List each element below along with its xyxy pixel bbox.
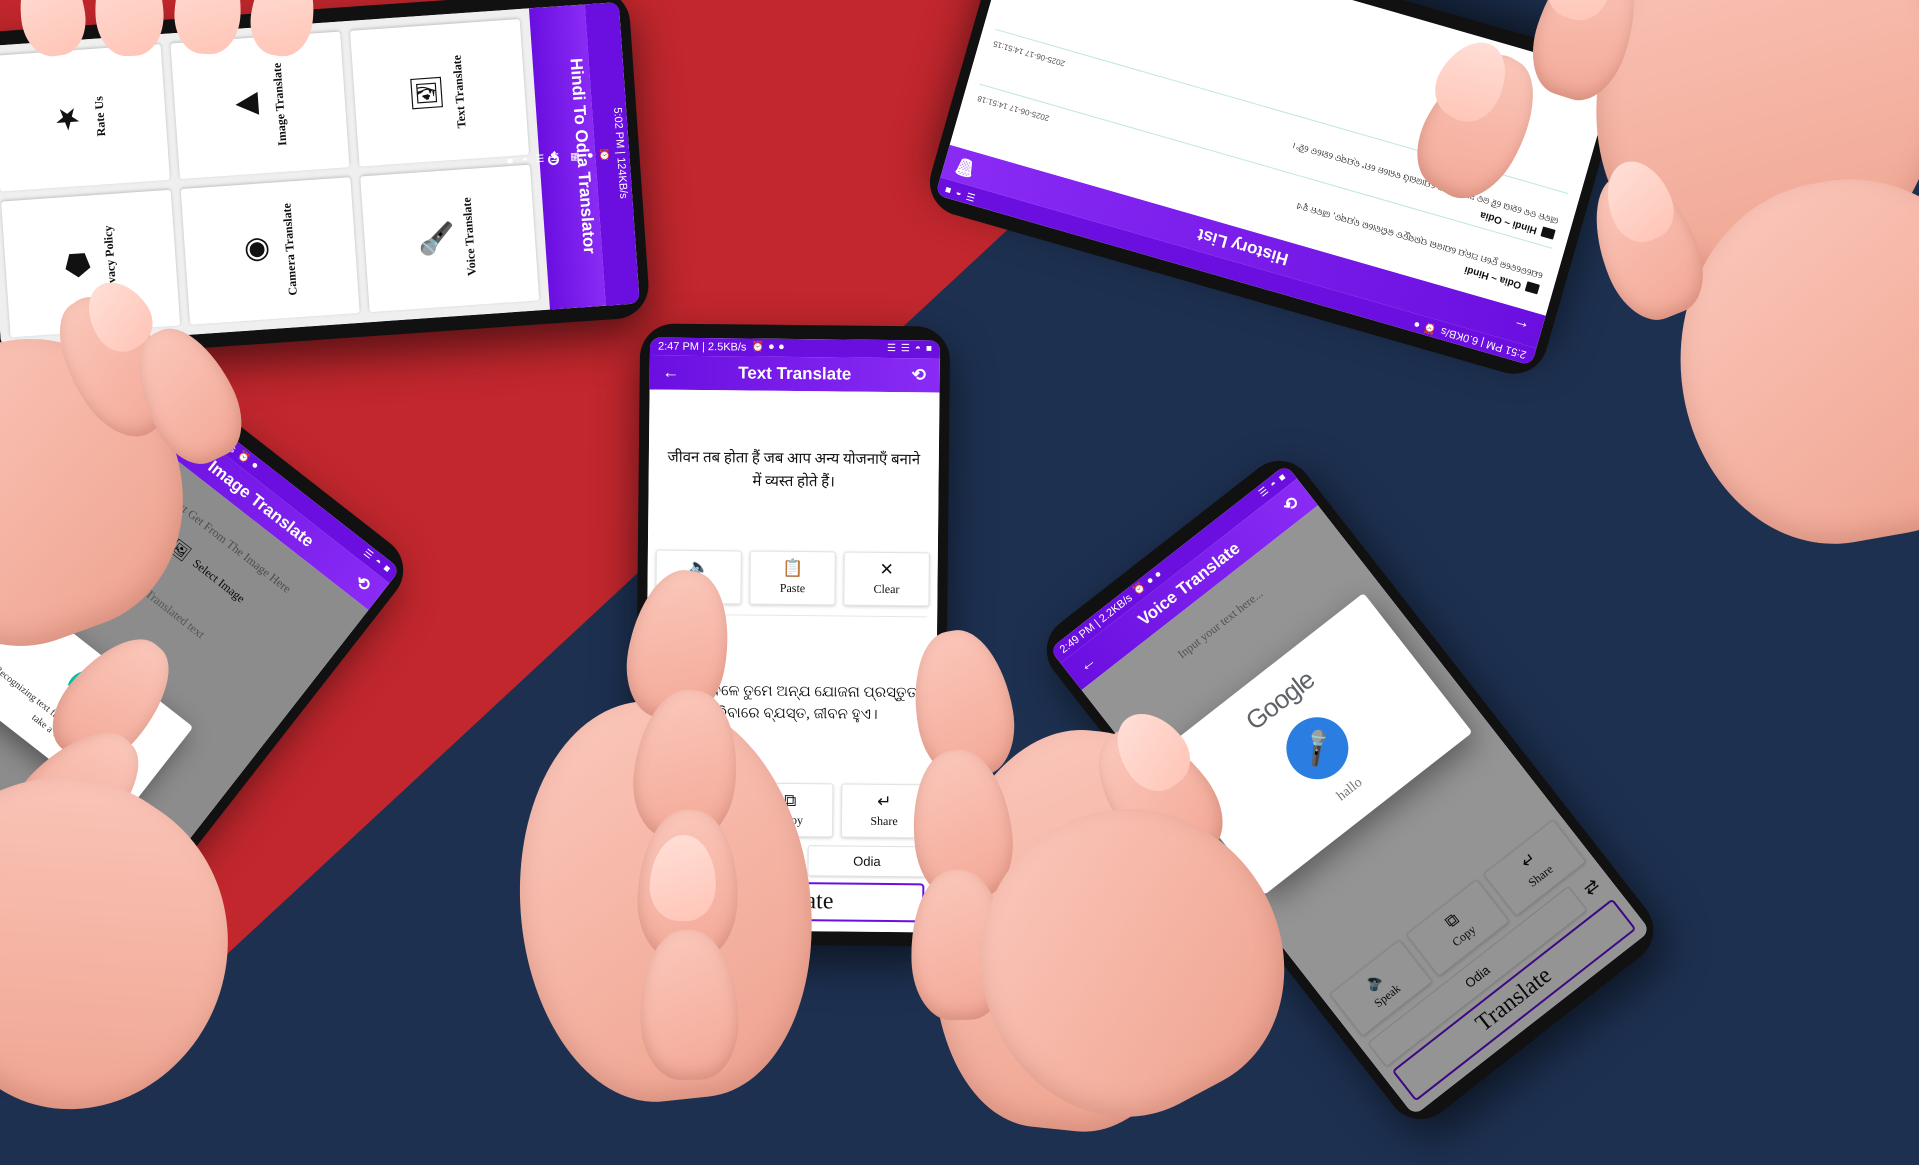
- signal2-icon: ☰: [534, 153, 546, 165]
- tile-label: Voice Translate: [459, 197, 479, 277]
- signal-icon: ☰: [361, 547, 375, 562]
- speaker-icon: 🔈: [688, 557, 710, 577]
- text-translate-status-time: 2:47 PM | 2.5KB/s: [657, 340, 747, 354]
- battery-icon: ■: [380, 562, 393, 576]
- button-label: Speak: [683, 579, 714, 594]
- alarm-icon: ⏰: [1422, 320, 1438, 335]
- wifi-icon: ◓: [372, 556, 384, 569]
- tile-image-translate[interactable]: ▶ Image Translate: [170, 31, 350, 180]
- clear-button[interactable]: ✕ Clear: [843, 551, 930, 606]
- recognized-word: hallo: [1334, 775, 1366, 805]
- button-label: Share: [870, 813, 898, 829]
- history-icon[interactable]: ⟲: [1276, 490, 1306, 519]
- signal-icon: ☰: [549, 152, 561, 164]
- text-translate-appbar: ← Text Translate ⟲: [649, 355, 940, 393]
- swap-arrows-icon[interactable]: ⇄: [778, 850, 801, 871]
- text-translate-appbar-title: Text Translate: [738, 363, 852, 384]
- history-icon[interactable]: ⟲: [908, 365, 930, 385]
- shield-icon: ⬟: [59, 245, 96, 284]
- menu-tile-grid: 🖼 Text Translate ▶ Image Translate ★ Rat…: [0, 8, 550, 348]
- wifi-icon: ◓: [914, 343, 922, 355]
- star-icon: ★: [49, 100, 86, 138]
- battery-icon: ■: [925, 343, 933, 355]
- alarm-icon: ⏰: [598, 147, 611, 161]
- back-arrow-icon[interactable]: ←: [660, 363, 682, 383]
- source-button-row: 🔈 Speak 📋 Paste ✕ Clear: [647, 549, 938, 614]
- button-label: Clear: [873, 581, 900, 596]
- share-icon: ↵: [877, 791, 892, 812]
- signal-icon: ☰: [965, 189, 977, 203]
- target-button-row: 🔈 Speak ⧉ Copy ↵ Share: [645, 781, 936, 846]
- target-speak-button[interactable]: 🔈 Speak: [652, 781, 740, 837]
- text-translate-panel: जीवन तब होता हैं जब आप अन्य योजनाएँ बनान…: [643, 389, 940, 933]
- target-text-output: ଯେତେବେଳେ ତୁମେ ଅନ୍ଯ ଯୋଜନା ପ୍ରସ୍ତୁତ କରିବାର…: [665, 682, 918, 724]
- dnd-icon: ⏺: [1413, 317, 1421, 330]
- button-label: Copy: [776, 812, 804, 828]
- phone-menu: Hindi To Odia Translator ⟲ 5:02 PM | 124…: [0, 0, 651, 363]
- dnd-icon: ⏺: [583, 150, 596, 161]
- camera-icon: ◉: [239, 233, 275, 271]
- back-arrow-icon[interactable]: ←: [1073, 649, 1103, 678]
- microphone-icon: 🎤: [419, 219, 455, 259]
- dnd-icon: ⏺: [1145, 575, 1156, 587]
- tile-voice-translate[interactable]: 🎤 Voice Translate: [360, 164, 540, 313]
- flag-icon: [1540, 226, 1556, 241]
- signal-icon: ☰: [1257, 485, 1271, 500]
- tile-label: Privacy Policy: [100, 224, 120, 300]
- tile-label: Rate Us: [91, 95, 109, 138]
- source-speak-button[interactable]: 🔈 Speak: [655, 549, 742, 604]
- tile-camera-translate[interactable]: ◉ Camera Translate: [180, 177, 360, 325]
- source-language-select[interactable]: Hindi: [652, 843, 773, 876]
- sim-icon: ⏺: [1153, 569, 1164, 581]
- button-label: Speak: [681, 811, 711, 827]
- paste-button[interactable]: 📋 Paste: [749, 550, 836, 605]
- copy-button[interactable]: ⧉ Copy: [746, 782, 834, 838]
- language-selector-row: Hindi ⇄ Odia: [644, 843, 934, 883]
- tile-rate-us[interactable]: ★ Rate Us: [0, 44, 170, 192]
- target-language-select[interactable]: Odia: [807, 845, 927, 878]
- text-translate-icon: 🖼: [408, 73, 445, 114]
- signal2-icon: ☰: [900, 343, 910, 355]
- source-text-input[interactable]: जीवन तब होता हैं जब आप अन्य योजनाएँ बनान…: [648, 389, 940, 552]
- translate-button[interactable]: Translate: [654, 880, 925, 923]
- history-icon[interactable]: ⟲: [348, 569, 378, 598]
- phone-text-translate: 2:47 PM | 2.5KB/s ⏰ ⏺ ⏺ ☰ ☰ ◓ ■ ← Text T…: [633, 323, 951, 947]
- sim-icon: ▦: [568, 150, 581, 163]
- image-translate-icon: ▶: [229, 87, 265, 125]
- copy-icon: ⧉: [784, 790, 797, 811]
- dnd-icon: ⏺: [768, 341, 774, 353]
- close-icon: ✕: [879, 559, 894, 579]
- back-arrow-icon[interactable]: ←: [144, 410, 174, 439]
- flag-icon: [1524, 281, 1540, 295]
- sim-icon: ⏺: [778, 341, 784, 353]
- button-label: Paste: [779, 580, 806, 595]
- share-button[interactable]: ↵ Share: [840, 783, 928, 839]
- microphone-icon[interactable]: 🎤: [1273, 704, 1361, 792]
- paste-icon: 📋: [782, 558, 804, 578]
- panel-divider: [657, 613, 928, 617]
- loading-spinner-icon: [59, 663, 117, 720]
- alarm-icon: ⏰: [751, 341, 764, 353]
- signal-icon: ☰: [886, 342, 897, 355]
- tile-label: Camera Translate: [279, 202, 300, 297]
- wifi-icon: ◓: [1268, 478, 1280, 491]
- menu-status-time: 5:02 PM | 124KB/s: [611, 107, 630, 200]
- delete-icon[interactable]: 🗑: [952, 154, 979, 179]
- tile-privacy-policy[interactable]: ⬟ Privacy Policy: [1, 189, 181, 338]
- alarm-icon: ⏰: [235, 449, 252, 466]
- tile-label: Image Translate: [269, 61, 290, 146]
- battery-icon: ■: [1276, 471, 1289, 485]
- speaker-icon: 🔈: [685, 789, 707, 810]
- tile-label: Text Translate: [449, 54, 469, 129]
- tile-text-translate[interactable]: 🖼 Text Translate: [350, 18, 530, 167]
- wifi-icon: ◓: [954, 186, 964, 199]
- dnd-icon: ⏺: [249, 459, 260, 472]
- back-arrow-icon[interactable]: ←: [1508, 314, 1535, 339]
- battery-icon: ■: [943, 183, 953, 196]
